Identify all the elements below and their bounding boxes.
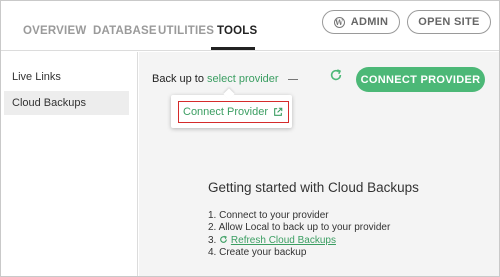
wordpress-icon: W bbox=[333, 16, 345, 28]
admin-button-label: ADMIN bbox=[350, 16, 389, 28]
tab-tools[interactable]: TOOLS bbox=[217, 25, 257, 37]
tab-database[interactable]: DATABASE bbox=[93, 25, 157, 37]
sidebar-item-cloud-backups[interactable]: Cloud Backups bbox=[4, 91, 129, 115]
sidebar-item-label: Cloud Backups bbox=[12, 97, 86, 109]
connect-provider-button[interactable]: CONNECT PROVIDER bbox=[356, 67, 485, 92]
step-4: 4. Create your backup bbox=[208, 246, 307, 258]
getting-started-title: Getting started with Cloud Backups bbox=[208, 180, 419, 195]
active-tab-indicator bbox=[211, 47, 255, 50]
open-site-button[interactable]: OPEN SITE bbox=[407, 10, 491, 34]
step-1: 1. Connect to your provider bbox=[208, 210, 329, 221]
provider-dropdown: Connect Provider bbox=[171, 95, 292, 128]
connect-provider-menu-label: Connect Provider bbox=[183, 106, 268, 118]
select-provider-link[interactable]: select provider bbox=[207, 73, 279, 85]
sidebar-item-live-links[interactable]: Live Links bbox=[4, 65, 129, 89]
tab-utilities[interactable]: UTILITIES bbox=[158, 25, 214, 37]
sidebar-item-label: Live Links bbox=[12, 71, 61, 83]
refresh-icon[interactable] bbox=[329, 68, 343, 82]
refresh-cloud-backups-link[interactable]: Refresh Cloud Backups bbox=[231, 235, 336, 246]
sidebar: Live Links Cloud Backups bbox=[1, 52, 138, 276]
refresh-small-icon bbox=[220, 235, 228, 243]
open-site-button-label: OPEN SITE bbox=[418, 16, 480, 28]
admin-button[interactable]: W ADMIN bbox=[322, 10, 400, 34]
getting-started-steps: 1. Connect to your provider 2. Allow Loc… bbox=[208, 210, 390, 259]
backup-destination: Back up to select provider bbox=[152, 73, 298, 85]
main-content: Back up to select provider CONNECT PROVI… bbox=[139, 52, 499, 276]
tab-overview[interactable]: OVERVIEW bbox=[23, 25, 86, 37]
step-2: 2. Allow Local to back up to your provid… bbox=[208, 222, 391, 234]
backup-prefix: Back up to bbox=[152, 73, 204, 85]
external-link-icon bbox=[274, 107, 283, 116]
top-tab-bar: OVERVIEW DATABASE UTILITIES TOOLS W ADMI… bbox=[1, 1, 499, 51]
dropdown-dash-icon[interactable] bbox=[287, 78, 298, 80]
step-3-number: 3. bbox=[208, 234, 217, 246]
connect-provider-menu-item[interactable]: Connect Provider bbox=[178, 101, 289, 123]
step-3: 3. Refresh Cloud Backups bbox=[208, 235, 390, 247]
app-window: OVERVIEW DATABASE UTILITIES TOOLS W ADMI… bbox=[0, 0, 500, 277]
